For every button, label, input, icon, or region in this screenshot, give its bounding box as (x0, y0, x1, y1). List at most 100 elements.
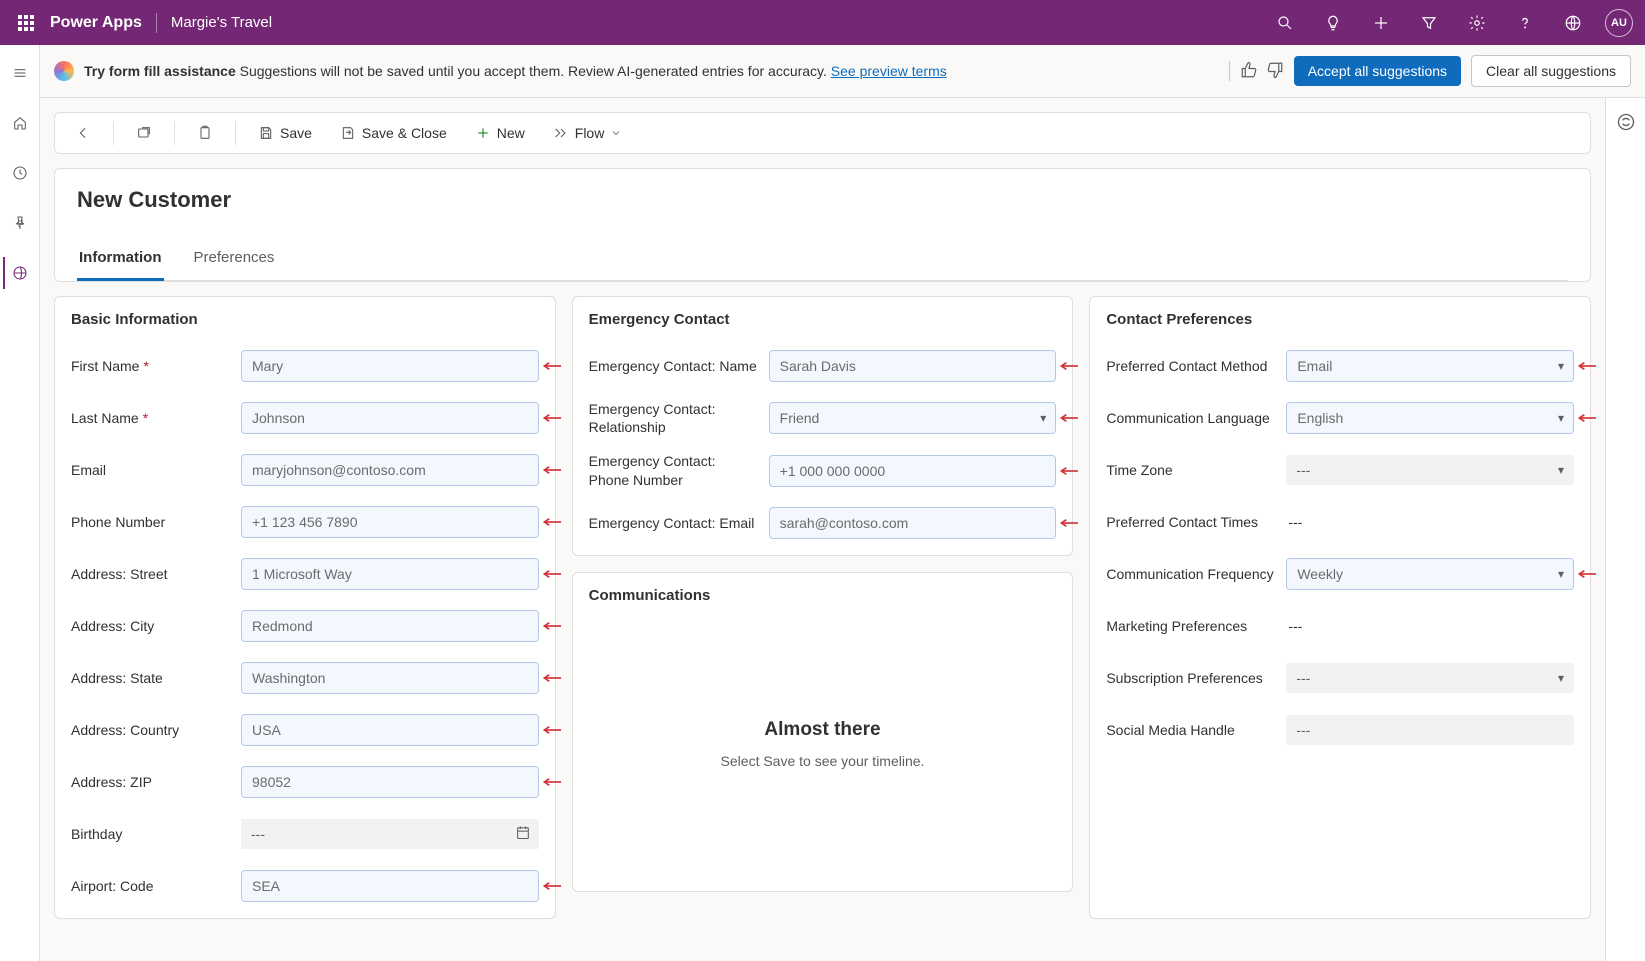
social-input[interactable] (1286, 715, 1574, 745)
label-zip: Address: ZIP (71, 773, 231, 791)
subscription-select[interactable]: --- (1286, 663, 1574, 693)
ec-relationship-select[interactable]: Friend (769, 402, 1057, 434)
state-input[interactable] (241, 662, 539, 694)
zip-input[interactable] (241, 766, 539, 798)
environment-name[interactable]: Margie's Travel (171, 14, 272, 31)
times-value[interactable]: --- (1286, 508, 1574, 536)
sitemap-icon[interactable] (3, 257, 35, 289)
suggestion-arrow-icon (1058, 517, 1078, 529)
record-header: New Customer Information Preferences (54, 168, 1591, 282)
preferred-method-select[interactable]: Email (1286, 350, 1574, 382)
top-bar: Power Apps Margie's Travel AU (0, 0, 1645, 45)
label-email: Email (71, 461, 231, 479)
add-icon[interactable] (1365, 7, 1397, 39)
suggestion-arrow-icon (1576, 360, 1596, 372)
label-subscription: Subscription Preferences (1106, 669, 1276, 687)
avatar[interactable]: AU (1605, 9, 1633, 37)
label-ec-email: Emergency Contact: Email (589, 514, 759, 532)
label-phone: Phone Number (71, 513, 231, 531)
page-title: New Customer (77, 187, 1568, 213)
label-times: Preferred Contact Times (1106, 513, 1276, 531)
recent-icon[interactable] (4, 157, 36, 189)
hamburger-icon[interactable] (4, 57, 36, 89)
search-icon[interactable] (1269, 7, 1301, 39)
street-input[interactable] (241, 558, 539, 590)
tabs: Information Preferences (77, 243, 1568, 281)
app-name: Power Apps (50, 14, 142, 32)
flow-button[interactable]: Flow (543, 119, 633, 147)
email-input[interactable] (241, 454, 539, 486)
suggestion-arrow-icon (541, 360, 561, 372)
label-state: Address: State (71, 669, 231, 687)
suggestion-arrow-icon (1058, 360, 1078, 372)
airport-input[interactable] (241, 870, 539, 902)
ec-email-input[interactable] (769, 507, 1057, 539)
suggestion-arrow-icon (541, 620, 561, 632)
right-rail (1605, 98, 1645, 961)
label-airport: Airport: Code (71, 877, 231, 895)
tab-preferences[interactable]: Preferences (192, 243, 277, 280)
label-city: Address: City (71, 617, 231, 635)
chevron-down-icon (610, 127, 622, 139)
label-ec-name: Emergency Contact: Name (589, 357, 759, 375)
suggestion-arrow-icon (541, 516, 561, 528)
suggestion-arrow-icon (541, 464, 561, 476)
label-language: Communication Language (1106, 409, 1276, 427)
filter-icon[interactable] (1413, 7, 1445, 39)
section-communications: Communications Almost there Select Save … (572, 572, 1074, 892)
marketing-value[interactable]: --- (1286, 612, 1574, 640)
save-close-button[interactable]: Save & Close (330, 119, 457, 147)
section-contact-preferences: Contact Preferences Preferred Contact Me… (1089, 296, 1591, 919)
preview-terms-link[interactable]: See preview terms (831, 63, 947, 79)
divider (156, 13, 157, 33)
label-preferred-method: Preferred Contact Method (1106, 357, 1276, 375)
banner-text: Try form fill assistance Suggestions wil… (84, 63, 1219, 79)
suggestion-arrow-icon (1058, 465, 1078, 477)
save-button[interactable]: Save (248, 119, 322, 147)
tab-information[interactable]: Information (77, 243, 164, 281)
thumbs-up-icon[interactable] (1240, 61, 1258, 82)
ec-phone-input[interactable] (769, 455, 1057, 487)
left-rail (0, 45, 40, 961)
birthday-input[interactable] (241, 819, 539, 849)
avatar-initials: AU (1611, 17, 1627, 29)
thumbs-down-icon[interactable] (1266, 61, 1284, 82)
country-input[interactable] (241, 714, 539, 746)
suggestion-arrow-icon (1576, 568, 1596, 580)
suggestion-arrow-icon (541, 880, 561, 892)
suggestion-arrow-icon (1576, 412, 1596, 424)
back-button[interactable] (65, 119, 101, 147)
last-name-input[interactable] (241, 402, 539, 434)
city-input[interactable] (241, 610, 539, 642)
copilot-pane-icon[interactable] (1616, 112, 1636, 135)
home-icon[interactable] (4, 107, 36, 139)
clipboard-button[interactable] (187, 119, 223, 147)
label-marketing: Marketing Preferences (1106, 617, 1276, 635)
calendar-icon[interactable] (515, 825, 531, 844)
section-title: Basic Information (71, 311, 539, 328)
globe-icon[interactable] (1557, 7, 1589, 39)
accept-suggestions-button[interactable]: Accept all suggestions (1294, 56, 1461, 86)
label-birthday: Birthday (71, 825, 231, 843)
section-title: Contact Preferences (1106, 311, 1574, 328)
phone-input[interactable] (241, 506, 539, 538)
help-icon[interactable] (1509, 7, 1541, 39)
label-social: Social Media Handle (1106, 721, 1276, 739)
lightbulb-icon[interactable] (1317, 7, 1349, 39)
first-name-input[interactable] (241, 350, 539, 382)
new-button[interactable]: New (465, 119, 535, 147)
suggestion-arrow-icon (541, 724, 561, 736)
section-title: Emergency Contact (589, 311, 1057, 328)
frequency-select[interactable]: Weekly (1286, 558, 1574, 590)
language-select[interactable]: English (1286, 402, 1574, 434)
timezone-select[interactable]: --- (1286, 455, 1574, 485)
ec-name-input[interactable] (769, 350, 1057, 382)
app-launcher-icon[interactable] (12, 9, 40, 37)
gear-icon[interactable] (1461, 7, 1493, 39)
timeline-subtext: Select Save to see your timeline. (721, 753, 925, 769)
open-new-window-button[interactable] (126, 119, 162, 147)
label-timezone: Time Zone (1106, 461, 1276, 479)
clear-suggestions-button[interactable]: Clear all suggestions (1471, 55, 1631, 87)
section-basic-information: Basic Information First Name* Last N (54, 296, 556, 919)
pin-icon[interactable] (4, 207, 36, 239)
